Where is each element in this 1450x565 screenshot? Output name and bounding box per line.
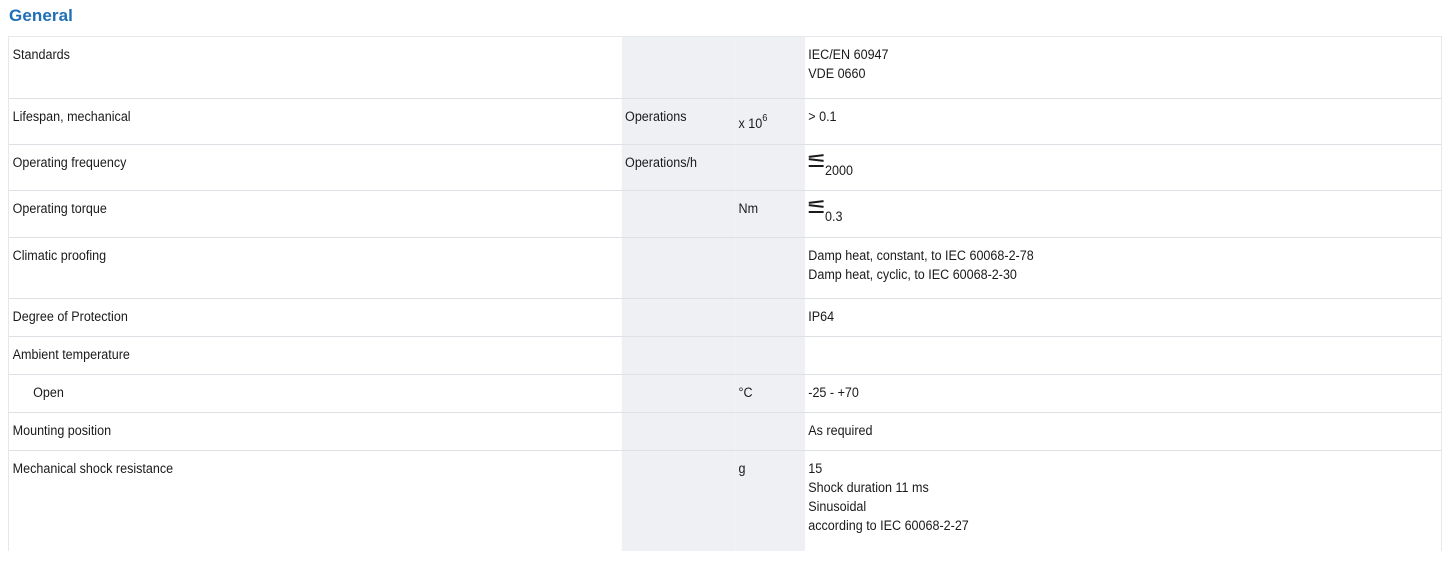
spec-value: IEC/EN 60947 VDE 0660: [804, 36, 1443, 99]
table-row: Mechanical shock resistance g 15 Shock du…: [8, 450, 1443, 551]
factor-exponent: 6: [762, 113, 768, 124]
less-or-equal-icon: [808, 200, 824, 214]
spec-value: [804, 336, 1443, 375]
value-number: 0.3: [825, 209, 843, 224]
spec-unit: Operations: [621, 98, 735, 145]
spec-label: Open: [8, 374, 622, 413]
spec-factor: Nm: [734, 190, 805, 238]
spec-factor: [734, 237, 805, 299]
spec-label: Operating torque: [8, 190, 622, 238]
value-line: 15: [808, 461, 823, 476]
spec-value: 2000: [804, 144, 1443, 191]
spec-factor: [734, 298, 805, 337]
factor-base: x 10: [738, 116, 763, 131]
spec-value: 15 Shock duration 11 ms Sinusoidal accordin…: [804, 450, 1443, 551]
spec-factor: °C: [734, 374, 805, 413]
table-row: Lifespan, mechanical Operations x 106 > …: [8, 98, 1443, 145]
spec-unit: Operations/h: [621, 144, 735, 191]
spec-label: Ambient temperature: [8, 336, 622, 375]
spec-factor: g: [734, 450, 805, 551]
spec-unit: [621, 450, 735, 551]
spec-value: Damp heat, constant, to IEC 60068-2-78 Da…: [804, 237, 1443, 299]
less-or-equal-icon: [808, 154, 824, 168]
spec-label: Standards: [8, 36, 622, 99]
spec-factor: [734, 36, 805, 99]
table-row: Open °C -25 - +70: [8, 374, 1443, 413]
table-row: Operating frequency Operations/h 2000: [8, 144, 1443, 191]
spec-value: -25 - +70: [804, 374, 1443, 413]
spec-factor: x 106: [734, 98, 805, 145]
spec-table: Standards IEC/EN 60947 VDE 0660 Lifespan,…: [8, 36, 1443, 551]
section-title: General: [9, 6, 74, 25]
value-line: IEC/EN 60947: [808, 47, 889, 62]
spec-unit: [621, 412, 735, 451]
spec-label: Lifespan, mechanical: [8, 98, 622, 145]
table-row: Climatic proofing Damp heat, constant, t…: [8, 237, 1443, 299]
spec-label: Mechanical shock resistance: [8, 450, 622, 551]
table-row: Ambient temperature: [8, 336, 1443, 375]
spec-unit: [621, 237, 735, 299]
spec-unit: [621, 36, 735, 99]
table-row: Standards IEC/EN 60947 VDE 0660: [8, 36, 1443, 99]
value-line: Shock duration 11 ms: [808, 480, 929, 495]
value-line: Damp heat, constant, to IEC 60068-2-78: [808, 248, 1034, 263]
spec-unit: [621, 298, 735, 337]
spec-value: 0.3: [804, 190, 1443, 238]
spec-unit: [621, 336, 735, 375]
spec-label: Operating frequency: [8, 144, 622, 191]
value-line: Damp heat, cyclic, to IEC 60068-2-30: [808, 267, 1017, 282]
spec-label: Climatic proofing: [8, 237, 622, 299]
table-row: Operating torque Nm 0.3: [8, 190, 1443, 238]
spec-value: IP64: [804, 298, 1443, 337]
value-number: 2000: [825, 163, 853, 178]
spec-value: As required: [804, 412, 1443, 451]
spec-factor: [734, 336, 805, 375]
spec-factor: [734, 412, 805, 451]
value-line: VDE 0660: [808, 66, 866, 81]
spec-unit: [621, 190, 735, 238]
spec-label: Mounting position: [8, 412, 622, 451]
spec-factor: [734, 144, 805, 191]
spec-value: > 0.1: [804, 98, 1443, 145]
table-row: Mounting position As required: [8, 412, 1443, 451]
value-line: Sinusoidal: [808, 499, 867, 514]
spec-label: Degree of Protection: [8, 298, 622, 337]
spec-unit: [621, 374, 735, 413]
table-row: Degree of Protection IP64: [8, 298, 1443, 337]
value-line: according to IEC 60068-2-27: [808, 518, 969, 533]
